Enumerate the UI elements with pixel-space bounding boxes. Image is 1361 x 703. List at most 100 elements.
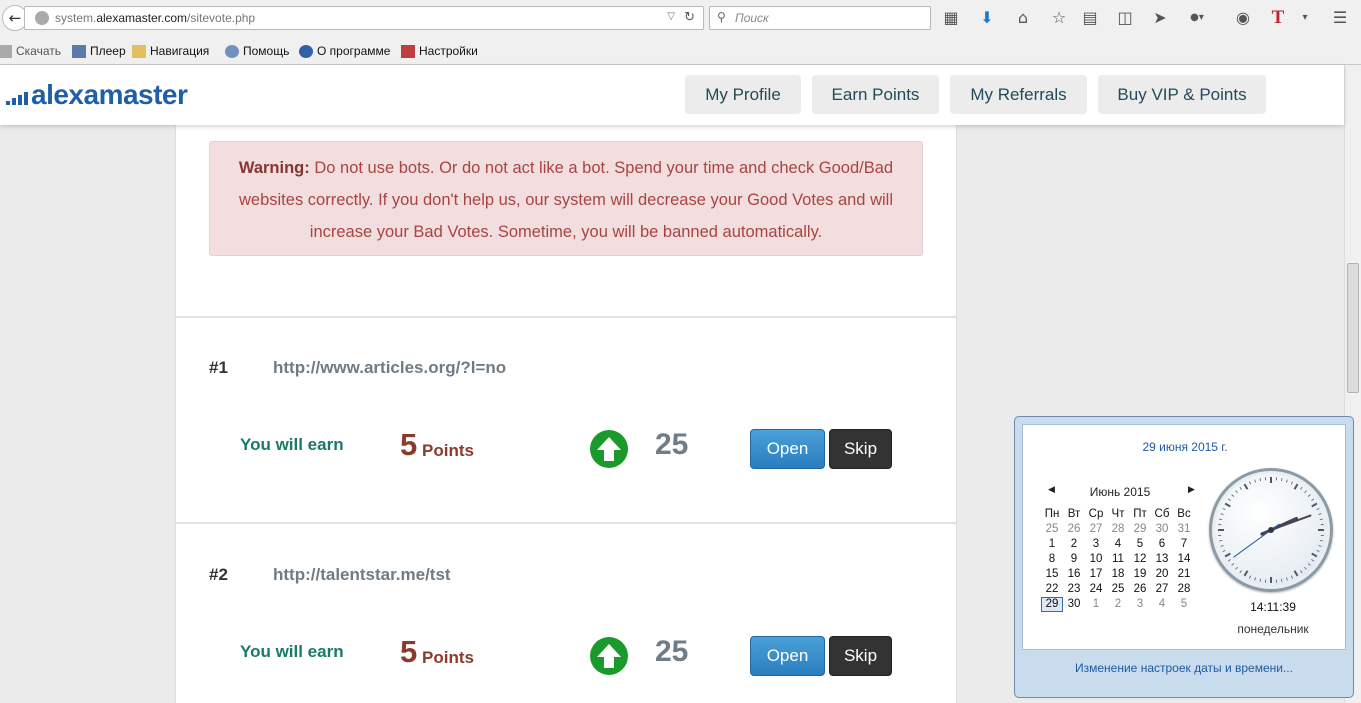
download-bookmark-icon	[0, 44, 12, 58]
calendar-day[interactable]: 11	[1107, 552, 1129, 567]
search-input[interactable]: ⚲ Поиск	[709, 6, 931, 30]
calendar-day[interactable]: 4	[1151, 597, 1173, 612]
translate-icon[interactable]: T	[1268, 8, 1288, 28]
clock-tick	[1304, 490, 1307, 494]
calendar-day[interactable]: 29	[1129, 522, 1151, 537]
calendar-day[interactable]: 15	[1041, 567, 1063, 582]
logo[interactable]: alexamaster	[6, 79, 188, 111]
menu-icon[interactable]: ☰	[1330, 8, 1350, 28]
calendar-day[interactable]: 24	[1085, 582, 1107, 597]
scrollbar-thumb[interactable]	[1347, 263, 1359, 393]
chat-icon[interactable]: ◉	[1233, 8, 1253, 28]
pocket-icon[interactable]: ◫	[1115, 8, 1135, 28]
bookmark-download[interactable]: Скачать	[0, 44, 61, 58]
bookmark-about[interactable]: О программе	[299, 44, 390, 58]
calendar-day[interactable]: 20	[1151, 567, 1173, 582]
address-bar[interactable]: system.alexamaster.com/sitevote.php ▽ ↻	[24, 6, 704, 30]
calendar-day[interactable]: 6	[1151, 537, 1173, 552]
weekday-header: Чт	[1111, 508, 1125, 520]
calendar-day[interactable]: 3	[1085, 537, 1107, 552]
site-identity-icon[interactable]	[35, 11, 49, 25]
calendar-day[interactable]: 26	[1063, 522, 1085, 537]
history-dropdown-icon[interactable]: ▽	[667, 11, 675, 22]
site-url[interactable]: http://www.articles.org/?l=no	[273, 358, 506, 378]
calendar-day[interactable]: 4	[1107, 537, 1129, 552]
skip-button[interactable]: Skip	[829, 429, 892, 469]
search-placeholder: Поиск	[735, 11, 769, 25]
bookmark-settings[interactable]: Настройки	[401, 44, 478, 58]
bookmarks-list-icon[interactable]: ▤	[1080, 8, 1100, 28]
site-url[interactable]: http://talentstar.me/tst	[273, 565, 451, 585]
url-text: system.alexamaster.com/sitevote.php	[55, 11, 256, 25]
open-button[interactable]: Open	[750, 429, 825, 469]
skip-button[interactable]: Skip	[829, 636, 892, 676]
clock-tick	[1307, 494, 1311, 497]
send-icon[interactable]: ➤	[1150, 8, 1170, 28]
calendar-day[interactable]: 12	[1129, 552, 1151, 567]
calendar-day[interactable]: 30	[1151, 522, 1173, 537]
clock-tick	[1231, 563, 1235, 566]
nav-buy-vip[interactable]: Buy VIP & Points	[1098, 75, 1266, 114]
calendar-day[interactable]: 1	[1085, 597, 1107, 612]
warning-label: Warning:	[238, 159, 310, 177]
bookmark-navigation[interactable]: Навигация	[132, 44, 209, 58]
adblock-icon[interactable]: ●▾	[1187, 8, 1207, 28]
calendar-day[interactable]: 25	[1107, 582, 1129, 597]
clock-tick	[1220, 513, 1224, 515]
reload-icon[interactable]: ↻	[684, 10, 695, 25]
nav-earn-points[interactable]: Earn Points	[812, 75, 939, 114]
calendar-day-today[interactable]: 29	[1041, 597, 1063, 612]
weekday-header: Сб	[1154, 508, 1170, 520]
calendar-day[interactable]: 26	[1129, 582, 1151, 597]
calendar-day[interactable]: 25	[1041, 522, 1063, 537]
calendar-day[interactable]: 9	[1063, 552, 1085, 567]
calendar-day[interactable]: 17	[1085, 567, 1107, 582]
calendar-day[interactable]: 10	[1085, 552, 1107, 567]
calendar-day[interactable]: 28	[1107, 522, 1129, 537]
calendar-day[interactable]: 2	[1063, 537, 1085, 552]
date-settings-link[interactable]: Изменение настроек даты и времени...	[1015, 661, 1353, 675]
help-icon	[225, 44, 239, 58]
calendar-day[interactable]: 5	[1129, 537, 1151, 552]
calendar-day[interactable]: 28	[1173, 582, 1195, 597]
open-button[interactable]: Open	[750, 636, 825, 676]
bookmark-help[interactable]: Помощь	[225, 44, 289, 58]
calendar-day[interactable]: 8	[1041, 552, 1063, 567]
analog-clock	[1209, 468, 1333, 592]
translate-dropdown-icon[interactable]: ▾	[1295, 8, 1315, 28]
calendar-day[interactable]: 30	[1063, 597, 1085, 612]
nav-my-profile[interactable]: My Profile	[685, 75, 801, 114]
calendar-full-date[interactable]: 29 июня 2015 г.	[1023, 440, 1347, 454]
nav-my-referrals[interactable]: My Referrals	[950, 75, 1087, 114]
addon-icon[interactable]: ▦	[941, 8, 961, 28]
calendar-month[interactable]: Июнь 2015	[1045, 485, 1195, 499]
home-icon[interactable]: ⌂	[1013, 8, 1033, 28]
clock-tick	[1219, 518, 1223, 520]
calendar-day[interactable]: 31	[1173, 522, 1195, 537]
bookmark-player[interactable]: Плеер	[72, 44, 126, 58]
calendar-day[interactable]: 23	[1063, 582, 1085, 597]
calendar-day[interactable]: 18	[1107, 567, 1129, 582]
calendar-day[interactable]: 2	[1107, 597, 1129, 612]
download-icon[interactable]: ⬇	[977, 8, 997, 28]
calendar-week-row: 1234567	[1041, 537, 1195, 552]
calendar-day[interactable]: 22	[1041, 582, 1063, 597]
calendar-day[interactable]: 3	[1129, 597, 1151, 612]
logo-bars-icon	[6, 92, 28, 105]
calendar-day[interactable]: 13	[1151, 552, 1173, 567]
bookmark-star-icon[interactable]: ☆	[1049, 8, 1069, 28]
clock-tick	[1307, 563, 1311, 566]
calendar-day[interactable]: 5	[1173, 597, 1195, 612]
main-content: Warning: Do not use bots. Or do not act …	[175, 125, 957, 703]
calendar-day[interactable]: 21	[1173, 567, 1195, 582]
calendar-day[interactable]: 27	[1085, 522, 1107, 537]
calendar-day[interactable]: 1	[1041, 537, 1063, 552]
clock-tick	[1311, 498, 1315, 501]
calendar-day[interactable]: 19	[1129, 567, 1151, 582]
calendar-day[interactable]: 27	[1151, 582, 1173, 597]
clock-tick	[1249, 575, 1252, 579]
calendar-day[interactable]: 14	[1173, 552, 1195, 567]
next-month-icon[interactable]: ▶	[1188, 485, 1195, 495]
calendar-day[interactable]: 16	[1063, 567, 1085, 582]
calendar-day[interactable]: 7	[1173, 537, 1195, 552]
